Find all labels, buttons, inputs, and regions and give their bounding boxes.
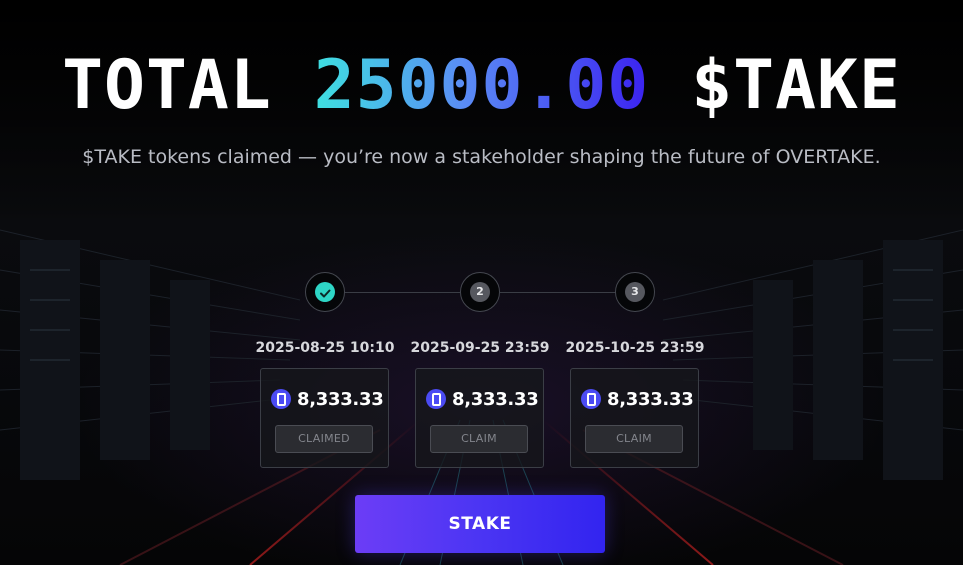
vesting-card-2: 8,333.33 CLAIM [415,368,544,468]
step-3-number: 3 [625,282,645,302]
token-amount: 8,333.33 [607,388,694,410]
token-amount: 8,333.33 [452,388,539,410]
token-amount-row: 8,333.33 [271,387,384,411]
total-amount-value: 25000.00 [313,46,650,125]
title-suffix: $TAKE [649,46,901,125]
unlock-date-3: 2025-10-25 23:59 [565,340,705,356]
step-2: 2 [460,272,500,312]
title-prefix: TOTAL [62,46,314,125]
overtake-token-icon [426,389,446,409]
stepper-connector [500,292,617,293]
stake-button[interactable]: STAKE [355,495,605,553]
claimed-button[interactable]: CLAIMED [275,425,373,453]
claim-button[interactable]: CLAIM [585,425,683,453]
token-amount-row: 8,333.33 [581,387,694,411]
step-3: 3 [615,272,655,312]
token-amount-row: 8,333.33 [426,387,539,411]
unlock-date-2: 2025-09-25 23:59 [410,340,550,356]
step-1-complete [305,272,345,312]
overtake-token-icon [581,389,601,409]
claim-subtitle: $TAKE tokens claimed — you’re now a stak… [82,146,881,168]
check-icon [320,289,331,298]
unlock-date-1: 2025-08-25 10:10 [255,340,395,356]
vesting-card-3: 8,333.33 CLAIM [570,368,699,468]
claim-page: TOTAL 25000.00 $TAKE $TAKE tokens claime… [0,0,963,565]
token-amount: 8,333.33 [297,388,384,410]
overtake-token-icon [271,389,291,409]
vesting-card-1: 8,333.33 CLAIMED [260,368,389,468]
step-2-number: 2 [470,282,490,302]
claim-button[interactable]: CLAIM [430,425,528,453]
vesting-stepper: 2 3 [303,272,657,314]
stepper-connector [343,292,460,293]
total-amount-heading: TOTAL 25000.00 $TAKE [0,44,963,128]
